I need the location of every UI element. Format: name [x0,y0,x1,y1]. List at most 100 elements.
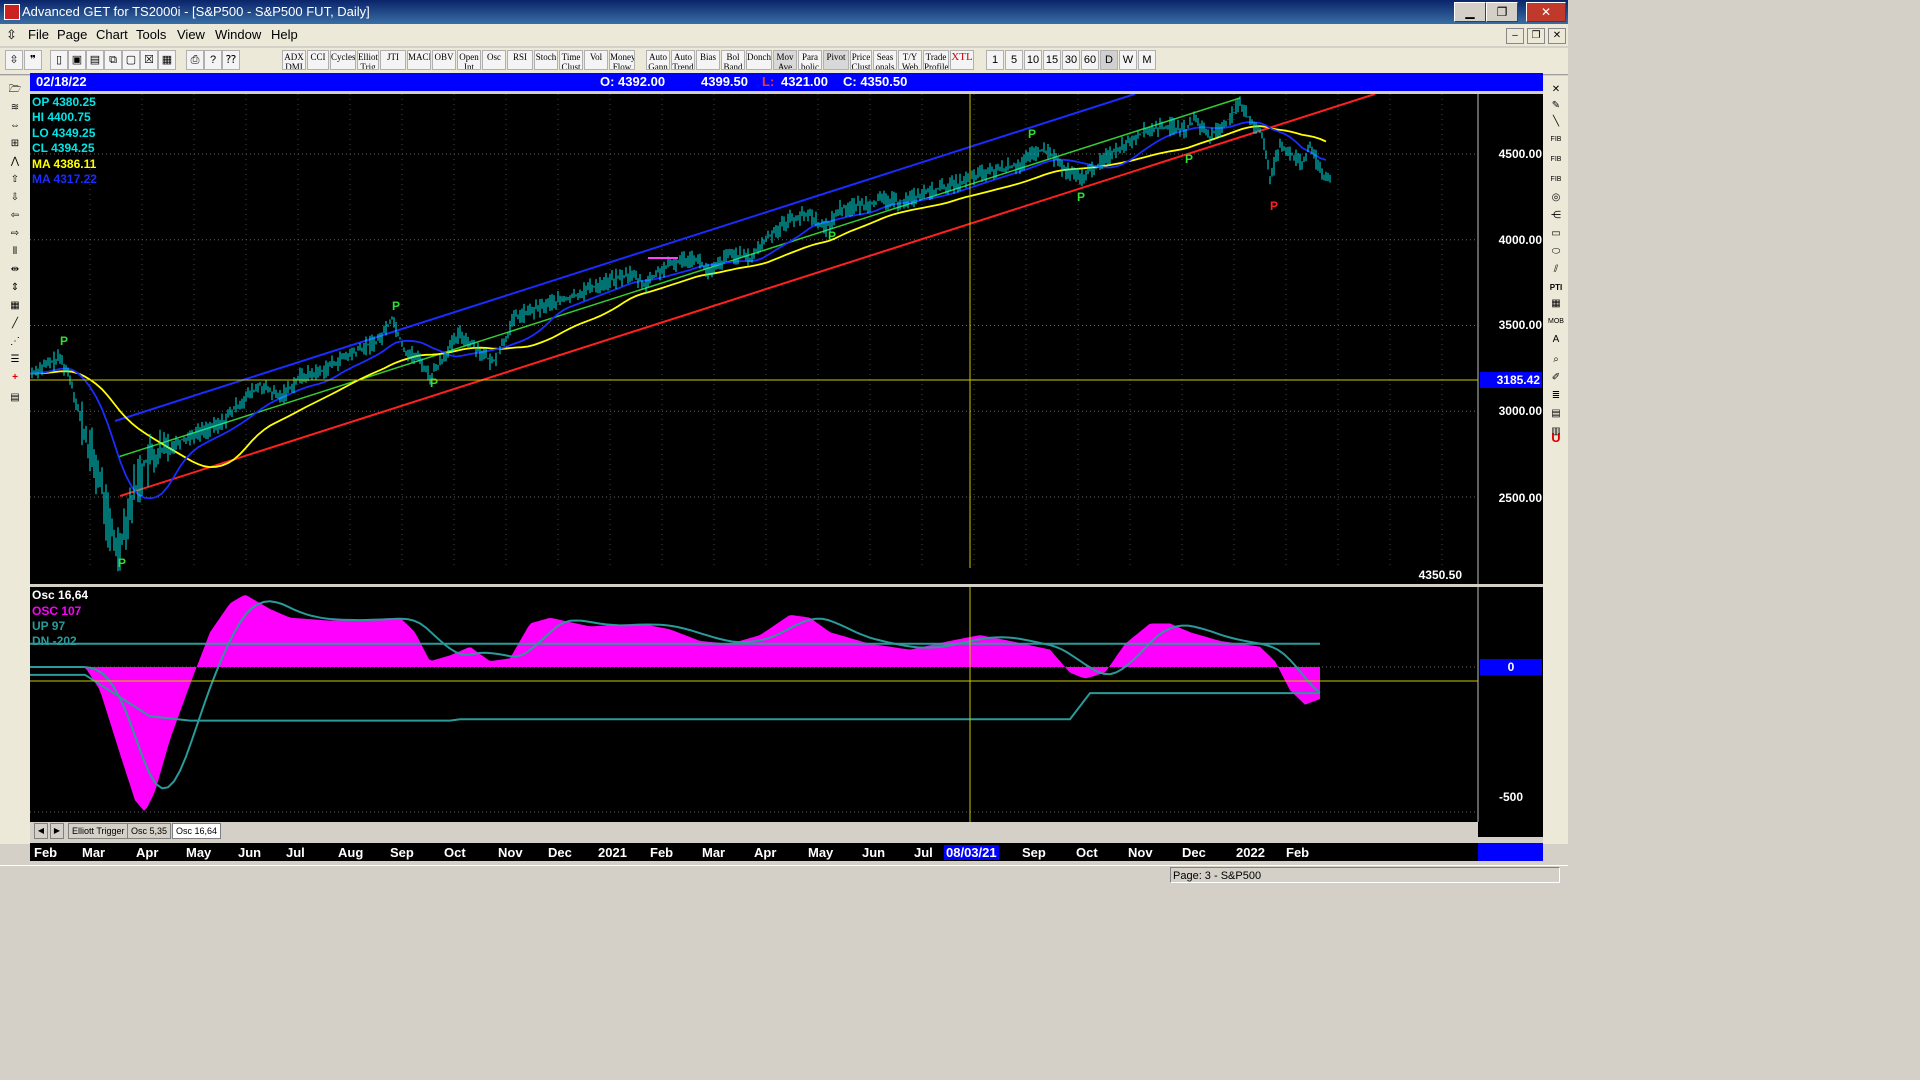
print-icon[interactable]: ⎙ [186,50,204,70]
menu-view[interactable]: View [177,27,205,42]
spiral-icon[interactable]: ◎ [1546,190,1566,206]
lines-icon[interactable]: ╱ [5,316,25,332]
toolbar-button-auto-trend[interactable]: Auto Trend [671,50,695,70]
fan-icon[interactable]: ⋲ [1546,208,1566,224]
timeframe-30[interactable]: 30 [1062,50,1080,70]
toolbar-button-donch[interactable]: Donch [746,50,772,70]
menu-chart[interactable]: Chart [96,27,128,42]
oscillator-canvas[interactable] [30,587,1543,822]
toolbar-button-price-clust[interactable]: Price Clust [850,50,872,70]
timeframe-15[interactable]: 15 [1043,50,1061,70]
drag-handle-icon[interactable]: ⇳ [5,50,23,70]
grid-icon[interactable]: ▦ [158,50,176,70]
delete-icon[interactable]: ☒ [140,50,158,70]
toolbar-button-cci[interactable]: CCI [307,50,329,70]
crosshair-icon[interactable]: + [5,370,25,386]
toolbar-button-time-clust[interactable]: Time Clust [559,50,583,70]
toolbar-button-obv[interactable]: OBV [432,50,456,70]
text-icon[interactable]: A [1546,332,1566,348]
copy-icon[interactable]: ⧉ [104,50,122,70]
toolbar-button-osc[interactable]: Osc [482,50,506,70]
arrow-left-icon[interactable]: ⇦ [5,208,25,224]
toolbar-button-ty-web[interactable]: T/Y Web [898,50,922,70]
paint-icon[interactable]: ✐ [1546,370,1566,386]
menu-help[interactable]: Help [271,27,298,42]
fib-retracement-icon[interactable]: FIB [1546,132,1566,148]
zoom-vertical-icon[interactable]: ⇕ [5,280,25,296]
channel-icon[interactable]: ⫽ [1546,262,1566,278]
help-icon[interactable]: ? [204,50,222,70]
mdi-restore-button[interactable]: ❐ [1527,28,1545,44]
window-icon[interactable]: ▢ [122,50,140,70]
timeframe-monthly[interactable]: M [1138,50,1156,70]
toolbar-button-bol-band[interactable]: Bol Band [721,50,745,70]
gann-icon[interactable]: ⋰ [5,334,25,350]
timeframe-daily[interactable]: D [1100,50,1118,70]
timeframe-weekly[interactable]: W [1119,50,1137,70]
maximize-button[interactable]: ❐ [1486,2,1518,22]
bars-icon[interactable]: ⫴ [5,244,25,260]
toolbar-button-money-flow[interactable]: Money Flow [609,50,635,70]
quote-icon[interactable]: ❞ [24,50,42,70]
wave-icon[interactable]: ≋ [5,100,25,116]
close-button[interactable]: ✕ [1526,2,1566,22]
arrow-right-icon[interactable]: ⇨ [5,226,25,242]
fib-icon[interactable]: ☰ [5,352,25,368]
menu-window[interactable]: Window [215,27,261,42]
minimize-button[interactable]: ▁ [1454,2,1486,22]
toolbar-button-seasonals[interactable]: Seas onals [873,50,897,70]
ellipse-icon[interactable]: ⬭ [1546,244,1566,260]
cancel-icon[interactable]: ✕ [1546,82,1566,98]
elliott-icon[interactable]: ⋀ [5,154,25,170]
toolbar-button-rsi[interactable]: RSI [507,50,533,70]
mob-icon[interactable]: MOB [1546,314,1566,330]
toolbar-button-trade-profile[interactable]: Trade Profile [923,50,949,70]
stack-icon[interactable]: ▤ [1546,406,1566,422]
open-folder-icon[interactable]: 🗁 [5,82,25,98]
toolbar-button-open-int[interactable]: Open Int [457,50,481,70]
fib-time-icon[interactable]: FIB [1546,172,1566,188]
magnet-icon[interactable]: U [1546,430,1566,446]
menu-tools[interactable]: Tools [136,27,166,42]
notes-icon[interactable]: ▤ [5,390,25,406]
fib-extension-icon[interactable]: FIB [1546,152,1566,168]
open-icon[interactable]: ▣ [68,50,86,70]
mdi-close-button[interactable]: ✕ [1548,28,1566,44]
zoom-horizontal-icon[interactable]: ⇹ [5,262,25,278]
tab-osc-16-64[interactable]: Osc 16,64 [172,823,222,839]
oscillator-panel[interactable]: Osc 16,64 OSC 107 UP 97 DN -202 0 -500 [30,587,1543,837]
new-page-icon[interactable]: ▯ [50,50,68,70]
grid-draw-icon[interactable]: ▦ [1546,296,1566,312]
toolbar-button-xtl[interactable]: XTL [950,50,974,70]
toolbar-button-bias[interactable]: Bias [696,50,720,70]
toolbar-button-elliott-trig[interactable]: Elliott Trig [357,50,379,70]
menu-file[interactable]: File [28,27,49,42]
price-chart-panel[interactable]: P P P P P P P P P OP 4380.25 HI 4400.75 LO 4349.… [30,94,1543,584]
timeframe-5[interactable]: 5 [1005,50,1023,70]
toolbar-button-jti[interactable]: JTI [380,50,406,70]
pencil-icon[interactable]: ✎ [1546,98,1566,114]
line-draw-icon[interactable]: ╲ [1546,114,1566,130]
toolbar-button-stoch[interactable]: Stoch [534,50,558,70]
tab-scroll-left-icon[interactable]: ◀ [34,823,48,839]
save-icon[interactable]: ▤ [86,50,104,70]
context-help-icon[interactable]: ⁇ [222,50,240,70]
toolbar-button-adx[interactable]: ADX DMI [282,50,306,70]
toolbar-button-cycles[interactable]: Cycles [330,50,356,70]
pti-icon[interactable]: PTI [1546,280,1566,296]
tab-scroll-right-icon[interactable]: ▶ [50,823,64,839]
timeframe-1[interactable]: 1 [986,50,1004,70]
arrow-down-icon[interactable]: ⇩ [5,190,25,206]
toolbar-button-pivot[interactable]: Pivot [823,50,849,70]
app-menu-icon[interactable]: ⇳ [6,27,17,43]
timeframe-60[interactable]: 60 [1081,50,1099,70]
toolbar-button-macd[interactable]: MACD [407,50,431,70]
bands-icon[interactable]: ≣ [1546,388,1566,404]
reset-icon[interactable]: ⇔ [5,118,25,134]
arrow-up-icon[interactable]: ⇧ [5,172,25,188]
toolbar-button-auto-gann[interactable]: Auto Gann [646,50,670,70]
tab-elliott-trigger[interactable]: Elliott Trigger [68,823,129,839]
toolbar-button-mov-ave[interactable]: Mov Ave [773,50,797,70]
price-chart-canvas[interactable]: P P P P P P P P P [30,94,1543,584]
study-icon[interactable]: ⊞ [5,136,25,152]
